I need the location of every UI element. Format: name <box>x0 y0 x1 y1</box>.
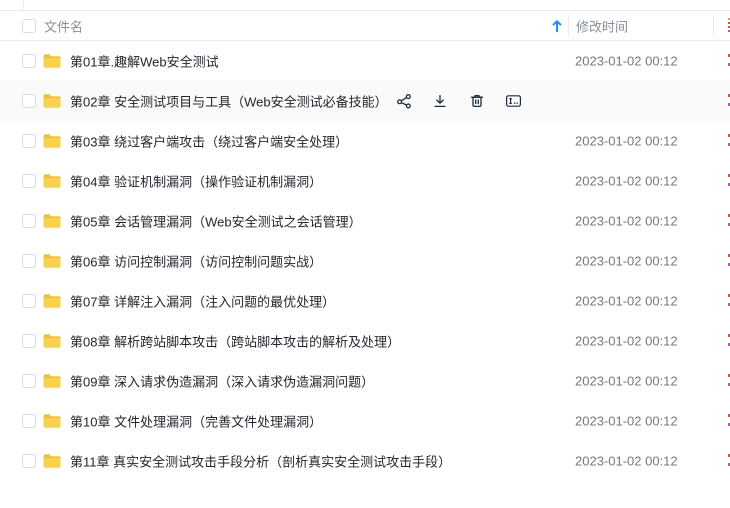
download-icon <box>432 93 448 109</box>
column-divider <box>568 15 569 37</box>
file-name-link[interactable]: 第09章 深入请求伪造漏洞（深入请求伪造漏洞问题） <box>70 372 374 391</box>
folder-icon <box>42 373 62 389</box>
modified-time: 2023-01-02 00:12 <box>575 133 678 149</box>
sort-ascending-icon[interactable] <box>551 19 563 33</box>
table-row[interactable]: 第07章 详解注入漏洞（注入问题的最优处理） 2023-01-02 00:12 <box>0 281 730 321</box>
file-name-link[interactable]: 第04章 验证机制漏洞（操作验证机制漏洞） <box>70 172 322 191</box>
rename-icon <box>505 93 522 109</box>
row-checkbox[interactable] <box>22 414 36 428</box>
row-checkbox[interactable] <box>22 214 36 228</box>
table-row[interactable]: 第05章 会话管理漏洞（Web安全测试之会话管理） 2023-01-02 00:… <box>0 201 730 241</box>
column-divider <box>713 15 714 37</box>
folder-icon <box>42 253 62 269</box>
row-checkbox[interactable] <box>22 54 36 68</box>
download-button[interactable] <box>432 93 448 109</box>
row-checkbox[interactable] <box>22 174 36 188</box>
file-name-link[interactable]: 第01章.趣解Web安全测试 <box>70 52 219 71</box>
table-row[interactable]: 第09章 深入请求伪造漏洞（深入请求伪造漏洞问题） 2023-01-02 00:… <box>0 361 730 401</box>
row-checkbox[interactable] <box>22 334 36 348</box>
toolbar-clipped-strip <box>0 0 730 10</box>
modified-time: 2023-01-02 00:12 <box>575 453 678 469</box>
row-checkbox[interactable] <box>22 254 36 268</box>
row-checkbox[interactable] <box>22 94 36 108</box>
file-name-link[interactable]: 第07章 详解注入漏洞（注入问题的最优处理） <box>70 292 335 311</box>
modified-time: 2023-01-02 00:12 <box>575 293 678 309</box>
modified-time: 2023-01-02 00:12 <box>575 413 678 429</box>
table-row[interactable]: 第08章 解析跨站脚本攻击（跨站脚本攻击的解析及处理） 2023-01-02 0… <box>0 321 730 361</box>
folder-icon <box>42 293 62 309</box>
file-name-link[interactable]: 第03章 绕过客户端攻击（绕过客户端安全处理） <box>70 132 348 151</box>
modified-time: 2023-01-02 00:12 <box>575 53 678 69</box>
row-checkbox[interactable] <box>22 294 36 308</box>
share-icon <box>396 93 412 109</box>
file-manager: 文件名 修改时间 第01章.趣解Web安全测试 2023-01-02 00:12 <box>0 0 730 508</box>
file-name-link[interactable]: 第11章 真实安全测试攻击手段分析（剖析真实安全测试攻击手段） <box>70 452 451 471</box>
folder-icon <box>42 133 62 149</box>
table-row[interactable]: 第02章 安全测试项目与工具（Web安全测试必备技能） <box>0 81 730 121</box>
modified-time: 2023-01-02 00:12 <box>575 253 678 269</box>
folder-icon <box>42 453 62 469</box>
folder-icon <box>42 333 62 349</box>
row-checkbox[interactable] <box>22 134 36 148</box>
file-name-link[interactable]: 第02章 安全测试项目与工具（Web安全测试必备技能） <box>70 92 388 111</box>
table-header: 文件名 修改时间 <box>0 10 730 41</box>
row-actions <box>396 81 522 121</box>
column-header-modified[interactable]: 修改时间 <box>576 16 628 35</box>
modified-time: 2023-01-02 00:12 <box>575 333 678 349</box>
table-row[interactable]: 第10章 文件处理漏洞（完善文件处理漏洞） 2023-01-02 00:12 <box>0 401 730 441</box>
column-header-filename[interactable]: 文件名 <box>44 16 83 35</box>
rename-button[interactable] <box>505 93 522 109</box>
share-button[interactable] <box>396 93 412 109</box>
row-checkbox[interactable] <box>22 454 36 468</box>
folder-icon <box>42 213 62 229</box>
modified-time: 2023-01-02 00:12 <box>575 373 678 389</box>
table-row[interactable]: 第01章.趣解Web安全测试 2023-01-02 00:12 <box>0 41 730 81</box>
folder-icon <box>42 93 62 109</box>
file-name-link[interactable]: 第05章 会话管理漏洞（Web安全测试之会话管理） <box>70 212 362 231</box>
toolbar-divider <box>23 0 24 10</box>
table-row[interactable]: 第11章 真实安全测试攻击手段分析（剖析真实安全测试攻击手段） 2023-01-… <box>0 441 730 481</box>
delete-button[interactable] <box>469 93 485 109</box>
folder-icon <box>42 53 62 69</box>
folder-icon <box>42 413 62 429</box>
file-name-link[interactable]: 第08章 解析跨站脚本攻击（跨站脚本攻击的解析及处理） <box>70 332 400 351</box>
select-all-checkbox[interactable] <box>22 18 36 33</box>
delete-icon <box>469 93 485 109</box>
modified-time: 2023-01-02 00:12 <box>575 213 678 229</box>
file-list: 第01章.趣解Web安全测试 2023-01-02 00:12 第02章 安全测… <box>0 41 730 481</box>
row-checkbox[interactable] <box>22 374 36 388</box>
file-name-link[interactable]: 第10章 文件处理漏洞（完善文件处理漏洞） <box>70 412 322 431</box>
file-name-link[interactable]: 第06章 访问控制漏洞（访问控制问题实战） <box>70 252 322 271</box>
modified-time: 2023-01-02 00:12 <box>575 173 678 189</box>
table-row[interactable]: 第04章 验证机制漏洞（操作验证机制漏洞） 2023-01-02 00:12 <box>0 161 730 201</box>
folder-icon <box>42 173 62 189</box>
table-row[interactable]: 第06章 访问控制漏洞（访问控制问题实战） 2023-01-02 00:12 <box>0 241 730 281</box>
table-row[interactable]: 第03章 绕过客户端攻击（绕过客户端安全处理） 2023-01-02 00:12 <box>0 121 730 161</box>
